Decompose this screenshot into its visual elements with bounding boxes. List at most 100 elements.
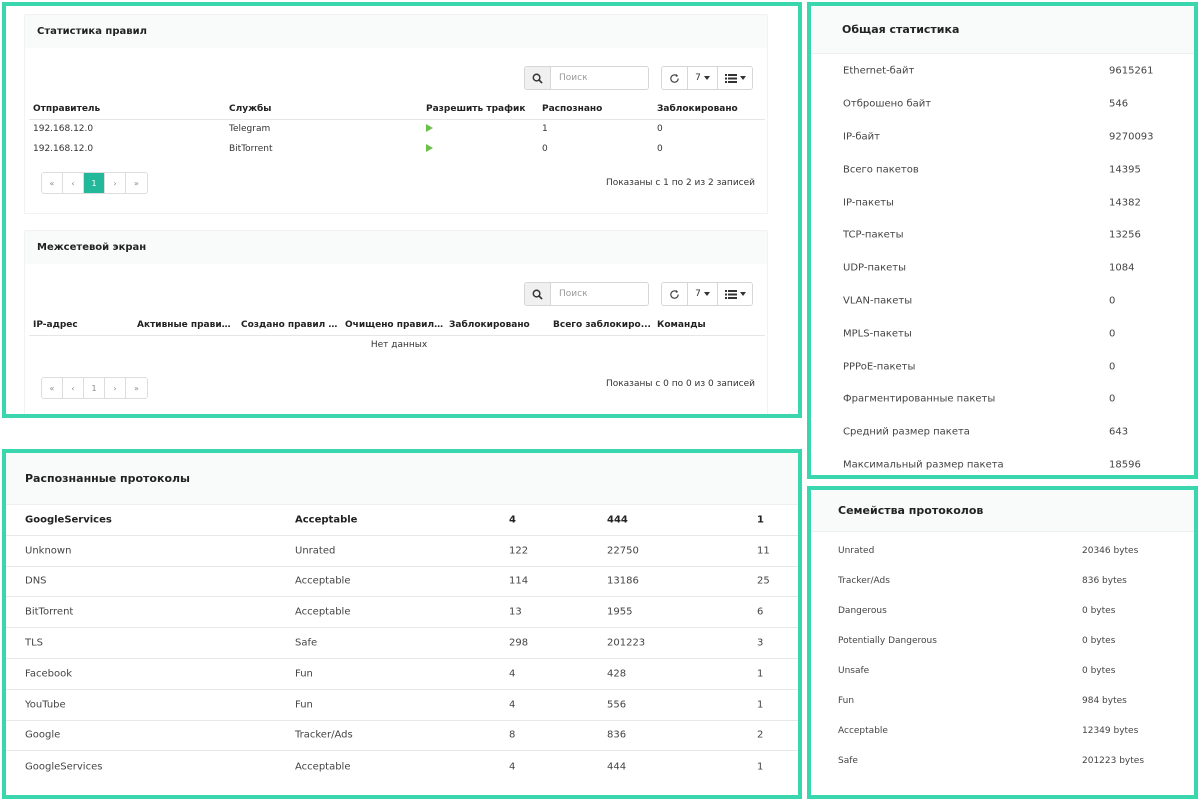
rules-stats-panel: Статистика правил 7 Отправи <box>24 14 768 214</box>
column-header[interactable]: Создано правил PF <box>237 315 341 336</box>
allow-traffic-cell <box>422 119 538 139</box>
list-item: TLS Safe 298 201223 3 <box>6 628 798 659</box>
pagination-info: Показаны с 1 по 2 из 2 записей <box>605 178 755 188</box>
next-page-button[interactable]: › <box>105 378 126 398</box>
stat-label: Средний размер пакета <box>843 426 970 438</box>
rules-stats-title: Статистика правил <box>25 15 767 48</box>
list-item: PPPoE-пакеты 0 <box>811 350 1194 383</box>
rules-search-input[interactable] <box>551 67 648 89</box>
protocol-category: Unrated <box>295 545 336 557</box>
play-icon[interactable] <box>426 123 433 132</box>
stat-label: Отброшено байт <box>843 98 932 110</box>
stat-value: 0 <box>1109 328 1116 340</box>
list-item: UDP-пакеты 1084 <box>811 252 1194 285</box>
rules-and-firewall-section: Статистика правил 7 Отправи <box>2 2 802 418</box>
firewall-table-controls: 7 <box>661 282 753 306</box>
firewall-search-input[interactable] <box>551 283 648 305</box>
columns-toggle-button[interactable] <box>718 283 752 305</box>
firewall-search-group <box>524 282 649 306</box>
list-item: VLAN-пакеты 0 <box>811 285 1194 318</box>
refresh-icon[interactable] <box>662 67 688 89</box>
protocol-category: Safe <box>295 637 318 649</box>
stat-value: 1084 <box>1109 262 1135 274</box>
rules-stats-toolbar: 7 <box>524 66 753 90</box>
column-header[interactable]: Службы <box>225 99 422 120</box>
protocols-title: Распознанные протоколы <box>6 453 798 505</box>
column-header[interactable]: Очищено правил ... <box>341 315 445 336</box>
page-size-select[interactable]: 7 <box>688 283 718 305</box>
pagination-info: Показаны с 0 по 0 из 0 записей <box>605 379 755 389</box>
rules-table-controls: 7 <box>661 66 753 90</box>
pagination: « ‹ 1 › » <box>41 172 148 194</box>
family-value: 0 bytes <box>1082 636 1116 646</box>
list-item: Отброшено байт 546 <box>811 88 1194 121</box>
protocol-value-a: 13 <box>509 606 522 618</box>
protocol-value-a: 4 <box>509 514 516 526</box>
stat-label: UDP-пакеты <box>843 262 907 274</box>
protocols-section: Распознанные протоколы GoogleServices Ac… <box>2 449 802 799</box>
refresh-icon[interactable] <box>662 283 688 305</box>
column-header[interactable]: Отправитель <box>29 99 225 120</box>
page-button-1[interactable]: 1 <box>84 173 105 193</box>
last-page-button[interactable]: » <box>126 378 147 398</box>
last-page-button[interactable]: » <box>126 173 147 193</box>
protocol-value-a: 4 <box>509 761 516 773</box>
search-icon[interactable] <box>525 283 551 305</box>
protocol-value-a: 122 <box>509 545 529 557</box>
allow-traffic-cell <box>422 139 538 159</box>
page-button-1[interactable]: 1 <box>84 378 105 398</box>
protocol-value-a: 114 <box>509 575 529 587</box>
protocol-families-section: Семейства протоколов Unrated 20346 bytes … <box>807 486 1198 799</box>
protocol-value-c: 6 <box>757 606 764 618</box>
prev-page-button[interactable]: ‹ <box>63 173 84 193</box>
protocol-value-b: 444 <box>607 761 627 773</box>
stat-value: 9615261 <box>1109 65 1154 77</box>
list-item: BitTorrent Acceptable 13 1955 6 <box>6 597 798 629</box>
protocol-value-b: 428 <box>607 668 627 680</box>
recognized-cell: 1 <box>542 124 548 135</box>
protocol-value-c: 1 <box>757 699 764 711</box>
column-header[interactable]: Всего заблокиро... <box>549 315 653 336</box>
column-header[interactable]: IP-адрес <box>29 315 133 336</box>
page-size-select[interactable]: 7 <box>688 67 718 89</box>
sender-cell: 192.168.12.0 <box>33 124 94 135</box>
protocol-value-c: 11 <box>757 545 770 557</box>
list-item: Максимальный размер пакета 18596 <box>811 449 1194 475</box>
firewall-table: IP-адрес Активные правил... Создано прав… <box>29 315 765 355</box>
service-cell: Telegram <box>229 124 271 135</box>
list-item: Ethernet-байт 9615261 <box>811 55 1194 88</box>
columns-toggle-button[interactable] <box>718 67 752 89</box>
column-header[interactable]: Заблокировано <box>653 99 765 120</box>
first-page-button[interactable]: « <box>42 378 63 398</box>
list-item: DNS Acceptable 114 13186 25 <box>6 567 798 598</box>
general-stats-list: Ethernet-байт 9615261 Отброшено байт 546 I… <box>811 54 1194 475</box>
column-header[interactable]: Заблокировано <box>445 315 549 336</box>
next-page-button[interactable]: › <box>105 173 126 193</box>
stat-label: Ethernet-байт <box>843 65 915 77</box>
stat-value: 0 <box>1109 361 1116 373</box>
family-value: 836 bytes <box>1082 576 1127 586</box>
list-item: Средний размер пакета 643 <box>811 416 1194 449</box>
column-header[interactable]: Разрешить трафик <box>422 99 538 120</box>
stat-label: TCP-пакеты <box>843 229 904 241</box>
protocol-category: Acceptable <box>295 761 351 773</box>
search-icon[interactable] <box>525 67 551 89</box>
list-item: MPLS-пакеты 0 <box>811 317 1194 350</box>
protocol-value-c: 1 <box>757 668 764 680</box>
column-header[interactable]: Команды <box>653 315 765 336</box>
general-stats-section: Общая статистика Ethernet-байт 9615261 От… <box>807 2 1198 479</box>
first-page-button[interactable]: « <box>42 173 63 193</box>
prev-page-button[interactable]: ‹ <box>63 378 84 398</box>
list-icon <box>724 73 737 83</box>
column-header[interactable]: Распознано <box>538 99 653 120</box>
stat-label: IP-байт <box>843 131 880 143</box>
column-header[interactable]: Активные правил... <box>133 315 237 336</box>
protocol-value-a: 298 <box>509 637 529 649</box>
family-value: 0 bytes <box>1082 606 1116 616</box>
play-icon[interactable] <box>426 143 433 152</box>
stat-value: 546 <box>1109 98 1129 110</box>
stat-label: IP-пакеты <box>843 197 894 209</box>
blocked-cell: 0 <box>657 144 663 154</box>
list-item: GoogleServices Acceptable 4 444 1 <box>6 505 798 536</box>
chevron-down-icon <box>739 76 746 80</box>
